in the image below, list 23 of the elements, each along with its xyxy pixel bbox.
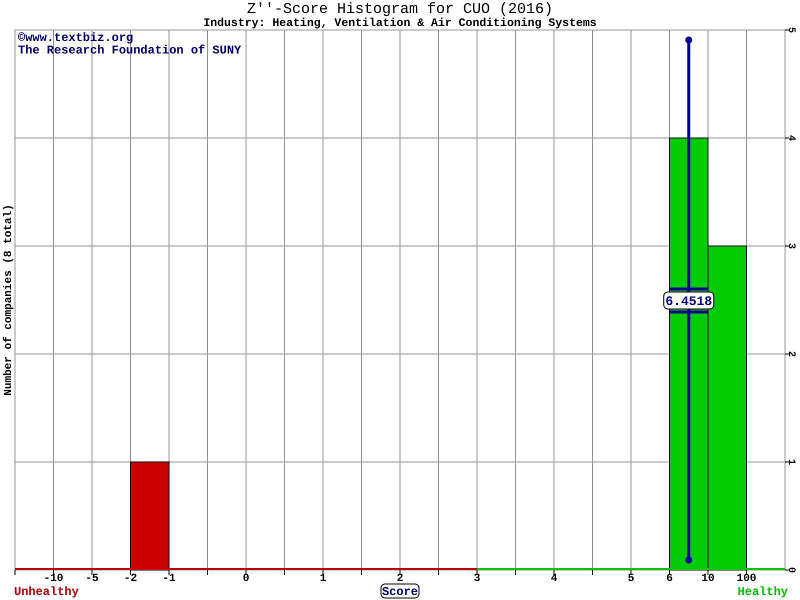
x-tick-label: -1 xyxy=(162,573,176,585)
y-tick-label: 1 xyxy=(785,459,796,465)
x-tick-label: 100 xyxy=(736,573,756,585)
unhealthy-label: Unhealthy xyxy=(14,585,79,599)
x-tick-label: 4 xyxy=(550,573,558,585)
x-tick-label: -2 xyxy=(124,573,138,585)
mean-label: 6.4518 xyxy=(663,292,714,310)
y-axis-label: Number of companies (8 total) xyxy=(3,204,15,396)
x-axis-label: Score xyxy=(380,584,420,599)
y-tick-label: 3 xyxy=(785,243,796,249)
chart-title: Z''-Score Histogram for CUO (2016) xyxy=(246,1,554,18)
chart-subtitle: Industry: Heating, Ventilation & Air Conditioning Systems xyxy=(203,17,597,30)
y-tick-label: 0 xyxy=(785,567,796,573)
x-tick-label: 5 xyxy=(628,573,634,585)
x-tick-label: 10 xyxy=(701,573,715,585)
y-tick-label: 5 xyxy=(785,27,796,33)
healthy-label: Healthy xyxy=(738,585,788,599)
x-tick-label: -10 xyxy=(44,573,64,585)
y-tick-label: 4 xyxy=(785,135,796,141)
copyright-text: The Research Foundation of SUNY xyxy=(18,44,242,58)
y-tick-label: 2 xyxy=(785,351,796,357)
x-tick-label: -5 xyxy=(85,573,99,585)
copyright-text: ©www.textbiz.org xyxy=(18,31,134,45)
